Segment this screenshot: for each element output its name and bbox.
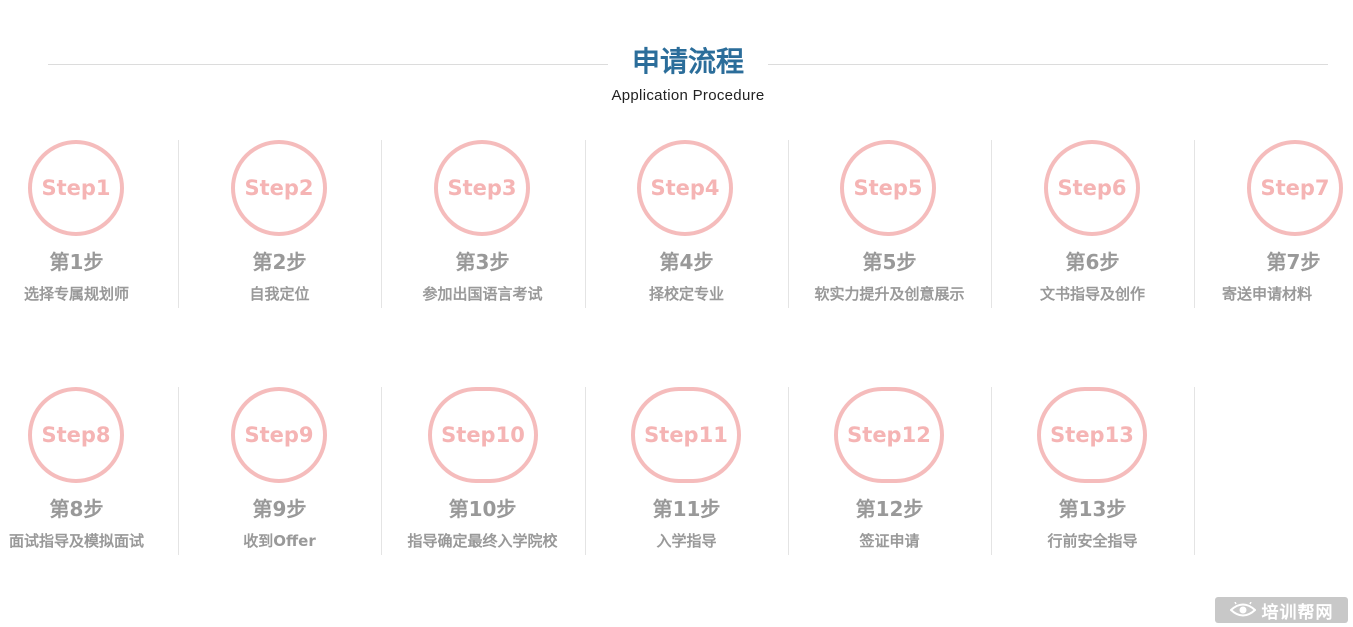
step-divider <box>991 387 992 555</box>
step-description: 面试指导及模拟面试 <box>8 532 144 550</box>
step-description: 寄送申请材料 <box>1221 285 1312 303</box>
step-description: 文书指导及创作 <box>1039 285 1145 303</box>
watermark-badge: 培训帮网 <box>1215 597 1348 623</box>
step-number: 第10步 <box>448 497 517 521</box>
step-divider <box>585 140 586 308</box>
step-description: 收到Offer <box>243 532 316 550</box>
step-number: 第7步 <box>1266 250 1321 274</box>
step-number: 第2步 <box>252 250 307 274</box>
page-title: 申请流程 <box>631 45 744 78</box>
step-number: 第1步 <box>49 250 104 274</box>
step-badge: Step6 <box>1044 140 1140 236</box>
step-13: Step13 第13步 行前安全指导 <box>991 385 1194 555</box>
step-7: Step7 第7步 寄送申请材料 <box>1194 138 1353 308</box>
step-number: 第11步 <box>652 497 721 521</box>
step-number: 第12步 <box>855 497 924 521</box>
step-divider <box>788 387 789 555</box>
step-description: 自我定位 <box>249 285 310 303</box>
step-slot-empty <box>1194 385 1344 555</box>
step-divider <box>381 140 382 308</box>
step-badge: Step8 <box>28 387 124 483</box>
section-header: 申请流程 Application Procedure <box>0 0 1353 110</box>
step-badge: Step12 <box>834 387 944 483</box>
step-9: Step9 第9步 收到Offer <box>178 385 381 555</box>
step-8: Step8 第8步 面试指导及模拟面试 <box>0 385 178 555</box>
step-number: 第8步 <box>49 497 104 521</box>
step-description: 参加出国语言考试 <box>422 285 543 303</box>
step-3: Step3 第3步 参加出国语言考试 <box>381 138 584 308</box>
step-description: 择校定专业 <box>648 285 724 303</box>
step-divider <box>178 140 179 308</box>
step-4: Step4 第4步 择校定专业 <box>585 138 788 308</box>
step-description: 签证申请 <box>859 532 920 550</box>
step-number: 第3步 <box>455 250 510 274</box>
step-badge: Step9 <box>231 387 327 483</box>
step-12: Step12 第12步 签证申请 <box>788 385 991 555</box>
step-badge: Step4 <box>637 140 733 236</box>
step-description: 指导确定最终入学院校 <box>407 532 558 550</box>
step-divider <box>1194 140 1195 308</box>
step-6: Step6 第6步 文书指导及创作 <box>991 138 1194 308</box>
step-number: 第4步 <box>659 250 714 274</box>
step-divider <box>381 387 382 555</box>
step-badge: Step7 <box>1247 140 1343 236</box>
step-divider <box>788 140 789 308</box>
step-badge: Step13 <box>1037 387 1147 483</box>
step-number: 第5步 <box>862 250 917 274</box>
eye-icon <box>1229 602 1256 617</box>
step-badge: Step11 <box>631 387 741 483</box>
step-badge: Step2 <box>231 140 327 236</box>
step-divider <box>585 387 586 555</box>
step-number: 第13步 <box>1058 497 1127 521</box>
step-badge: Step1 <box>28 140 124 236</box>
step-2: Step2 第2步 自我定位 <box>178 138 381 308</box>
watermark-text: 培训帮网 <box>1261 602 1334 623</box>
step-description: 选择专属规划师 <box>23 285 129 303</box>
step-description: 行前安全指导 <box>1047 532 1138 550</box>
step-11: Step11 第11步 入学指导 <box>585 385 788 555</box>
step-number: 第9步 <box>252 497 307 521</box>
step-10: Step10 第10步 指导确定最终入学院校 <box>381 385 584 555</box>
step-number: 第6步 <box>1065 250 1120 274</box>
steps-row-1: Step1 第1步 选择专属规划师 Step2 第2步 自我定位 Step3 第… <box>0 138 1353 308</box>
step-description: 入学指导 <box>656 532 717 550</box>
step-badge: Step5 <box>840 140 936 236</box>
step-divider <box>1194 387 1195 555</box>
step-description: 软实力提升及创意展示 <box>814 285 965 303</box>
step-divider <box>991 140 992 308</box>
steps-row-2: Step8 第8步 面试指导及模拟面试 Step9 第9步 收到Offer St… <box>0 385 1353 555</box>
step-badge: Step3 <box>434 140 530 236</box>
page-subtitle: Application Procedure <box>611 87 765 104</box>
step-5: Step5 第5步 软实力提升及创意展示 <box>788 138 991 308</box>
step-badge: Step10 <box>428 387 538 483</box>
step-divider <box>178 387 179 555</box>
step-1: Step1 第1步 选择专属规划师 <box>0 138 178 308</box>
